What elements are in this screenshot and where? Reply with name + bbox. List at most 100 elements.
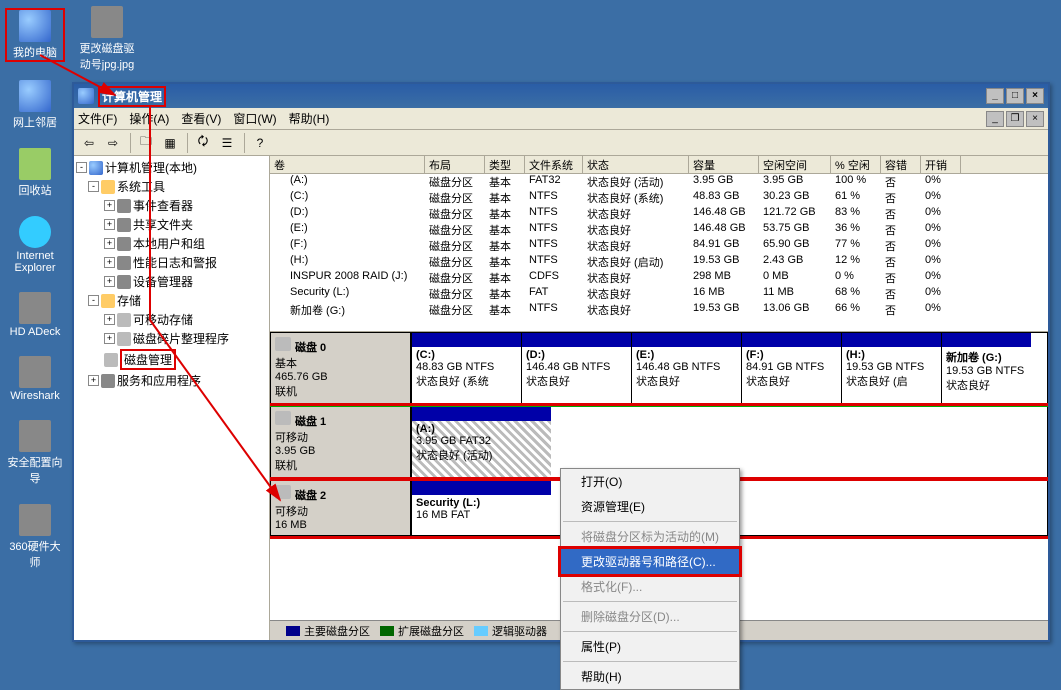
desktop-icon-secwiz[interactable]: 安全配置向导 [5, 420, 65, 486]
tree-sys-0[interactable]: +事件查看器 [76, 196, 267, 215]
desktop-icon-network[interactable]: 网上邻居 [5, 80, 65, 130]
desktop-icon-hw[interactable]: 360硬件大师 [5, 504, 65, 570]
tree-sys-3[interactable]: +性能日志和警报 [76, 253, 267, 272]
col-header-1[interactable]: 布局 [425, 156, 485, 173]
col-header-4[interactable]: 状态 [583, 156, 689, 173]
doc-restore-button[interactable]: ❐ [1006, 111, 1024, 127]
menu-item-0[interactable]: 文件(F) [78, 110, 117, 127]
context-item-4[interactable]: 更改驱动器号和路径(C)... [561, 549, 739, 574]
close-button[interactable]: × [1026, 88, 1044, 104]
desktop-icon-recycle[interactable]: 回收站 [5, 148, 65, 198]
partition[interactable]: (C:)48.83 GB NTFS状态良好 (系统 [411, 333, 521, 403]
desktop-icon-ie[interactable]: Internet Explorer [5, 216, 65, 274]
partition[interactable]: (D:)146.48 GB NTFS状态良好 [521, 333, 631, 403]
partition[interactable]: (A:)3.95 GB FAT32状态良好 (活动) [411, 407, 551, 477]
props-button[interactable]: ▦ [159, 132, 181, 154]
context-item-7: 删除磁盘分区(D)... [561, 604, 739, 629]
tree-expand-icon[interactable]: + [104, 219, 115, 230]
context-item-0[interactable]: 打开(O) [561, 469, 739, 494]
volume-row[interactable]: (A:)磁盘分区基本FAT32状态良好 (活动)3.95 GB3.95 GB10… [270, 174, 1048, 190]
context-item-3: 将磁盘分区标为活动的(M) [561, 524, 739, 549]
volume-row[interactable]: 新加卷 (G:)磁盘分区基本NTFS状态良好19.53 GB13.06 GB66… [270, 302, 1048, 318]
tree-storage-1[interactable]: +磁盘碎片整理程序 [76, 329, 267, 348]
context-item-9[interactable]: 属性(P) [561, 634, 739, 659]
col-header-2[interactable]: 类型 [485, 156, 525, 173]
context-item-5: 格式化(F)... [561, 574, 739, 599]
up-button[interactable]: 🗀 [135, 132, 157, 154]
desktop-icon-wireshark[interactable]: Wireshark [5, 356, 65, 402]
tree-sys-4[interactable]: +设备管理器 [76, 272, 267, 291]
volume-row[interactable]: (C:)磁盘分区基本NTFS状态良好 (系统)48.83 GB30.23 GB6… [270, 190, 1048, 206]
partition[interactable]: Security (L:)16 MB FAT [411, 481, 551, 535]
disk-icon [275, 485, 291, 499]
forward-button[interactable]: ⇨ [102, 132, 124, 154]
desktop-icon-hdadeck[interactable]: HD ADeck [5, 292, 65, 338]
volume-row[interactable]: (D:)磁盘分区基本NTFS状态良好146.48 GB121.72 GB83 %… [270, 206, 1048, 222]
menu-item-4[interactable]: 帮助(H) [289, 110, 330, 127]
partition[interactable]: (H:)19.53 GB NTFS状态良好 (启 [841, 333, 941, 403]
tree-node-icon [101, 180, 115, 194]
volume-row[interactable]: (H:)磁盘分区基本NTFS状态良好 (启动)19.53 GB2.43 GB12… [270, 254, 1048, 270]
doc-close-button[interactable]: × [1026, 111, 1044, 127]
doc-minimize-button[interactable]: _ [986, 111, 1004, 127]
context-item-1[interactable]: 资源管理(E) [561, 494, 739, 519]
col-header-9[interactable]: 开销 [921, 156, 961, 173]
desktop-icon-my-computer[interactable]: 我的电脑 [5, 8, 65, 62]
tree-services[interactable]: +服务和应用程序 [76, 371, 267, 390]
maximize-button[interactable]: □ [1006, 88, 1024, 104]
tree-expand-icon[interactable]: + [104, 238, 115, 249]
context-item-11[interactable]: 帮助(H) [561, 664, 739, 689]
col-header-0[interactable]: 卷 [270, 156, 425, 173]
col-header-6[interactable]: 空闲空间 [759, 156, 831, 173]
partition[interactable]: (F:)84.91 GB NTFS状态良好 [741, 333, 841, 403]
tree-node-icon [117, 332, 131, 346]
menubar: 文件(F) 操作(A) 查看(V) 窗口(W) 帮助(H) _ ❐ × [74, 108, 1048, 130]
tree-node-icon [101, 374, 115, 388]
tree-expand-icon[interactable]: + [104, 276, 115, 287]
help-button[interactable]: ? [249, 132, 271, 154]
volume-row[interactable]: (F:)磁盘分区基本NTFS状态良好84.91 GB65.90 GB77 %否0… [270, 238, 1048, 254]
app-icon [78, 88, 94, 104]
disk-icon [275, 337, 291, 351]
tree-expand-icon[interactable]: - [76, 162, 87, 173]
partition[interactable]: 新加卷 (G:)19.53 GB NTFS状态良好 [941, 333, 1031, 403]
col-header-7[interactable]: % 空闲 [831, 156, 881, 173]
tree-expand-icon[interactable]: + [104, 257, 115, 268]
volume-row[interactable]: (E:)磁盘分区基本NTFS状态良好146.48 GB53.75 GB36 %否… [270, 222, 1048, 238]
titlebar[interactable]: 计算机管理 _ □ × [74, 84, 1048, 108]
partition[interactable]: (E:)146.48 GB NTFS状态良好 [631, 333, 741, 403]
tree-root[interactable]: -计算机管理(本地) [76, 158, 267, 177]
col-header-8[interactable]: 容错 [881, 156, 921, 173]
volume-list: 卷布局类型文件系统状态容量空闲空间% 空闲容错开销 (A:)磁盘分区基本FAT3… [270, 156, 1048, 332]
disk-row-0[interactable]: 磁盘 0基本465.76 GB联机(C:)48.83 GB NTFS状态良好 (… [270, 332, 1048, 404]
tree-expand-icon[interactable]: + [104, 200, 115, 211]
refresh-button[interactable]: 🗘 [192, 132, 214, 154]
volume-row[interactable]: Security (L:)磁盘分区基本FAT状态良好16 MB11 MB68 %… [270, 286, 1048, 302]
tree-expand-icon[interactable]: - [88, 181, 99, 192]
tree-node-icon [117, 199, 131, 213]
back-button[interactable]: ⇦ [78, 132, 100, 154]
tree-sys-2[interactable]: +本地用户和组 [76, 234, 267, 253]
menu-item-2[interactable]: 查看(V) [181, 110, 221, 127]
tree-system-tools[interactable]: -系统工具 [76, 177, 267, 196]
list-button[interactable]: ☰ [216, 132, 238, 154]
menu-item-1[interactable]: 操作(A) [129, 110, 169, 127]
col-header-3[interactable]: 文件系统 [525, 156, 583, 173]
tree-expand-icon[interactable]: + [104, 314, 115, 325]
col-header-5[interactable]: 容量 [689, 156, 759, 173]
desktop-file-icon[interactable]: 更改磁盘驱动号jpg.jpg [75, 6, 139, 72]
tree-sys-1[interactable]: +共享文件夹 [76, 215, 267, 234]
tree-node-icon [117, 218, 131, 232]
menu-item-3[interactable]: 窗口(W) [233, 110, 276, 127]
minimize-button[interactable]: _ [986, 88, 1004, 104]
tree-storage[interactable]: -存储 [76, 291, 267, 310]
volume-row[interactable]: INSPUR 2008 RAID (J:)磁盘分区基本CDFS状态良好298 M… [270, 270, 1048, 286]
tree-node-icon [117, 256, 131, 270]
tree-storage-2[interactable]: 磁盘管理 [76, 348, 267, 371]
tree-storage-0[interactable]: +可移动存储 [76, 310, 267, 329]
tree-node-icon [117, 313, 131, 327]
tree-expand-icon[interactable]: + [104, 333, 115, 344]
context-menu: 打开(O)资源管理(E) 将磁盘分区标为活动的(M)更改驱动器号和路径(C)...… [560, 468, 740, 690]
tree-expand-icon[interactable]: + [88, 375, 99, 386]
tree-expand-icon[interactable]: - [88, 295, 99, 306]
